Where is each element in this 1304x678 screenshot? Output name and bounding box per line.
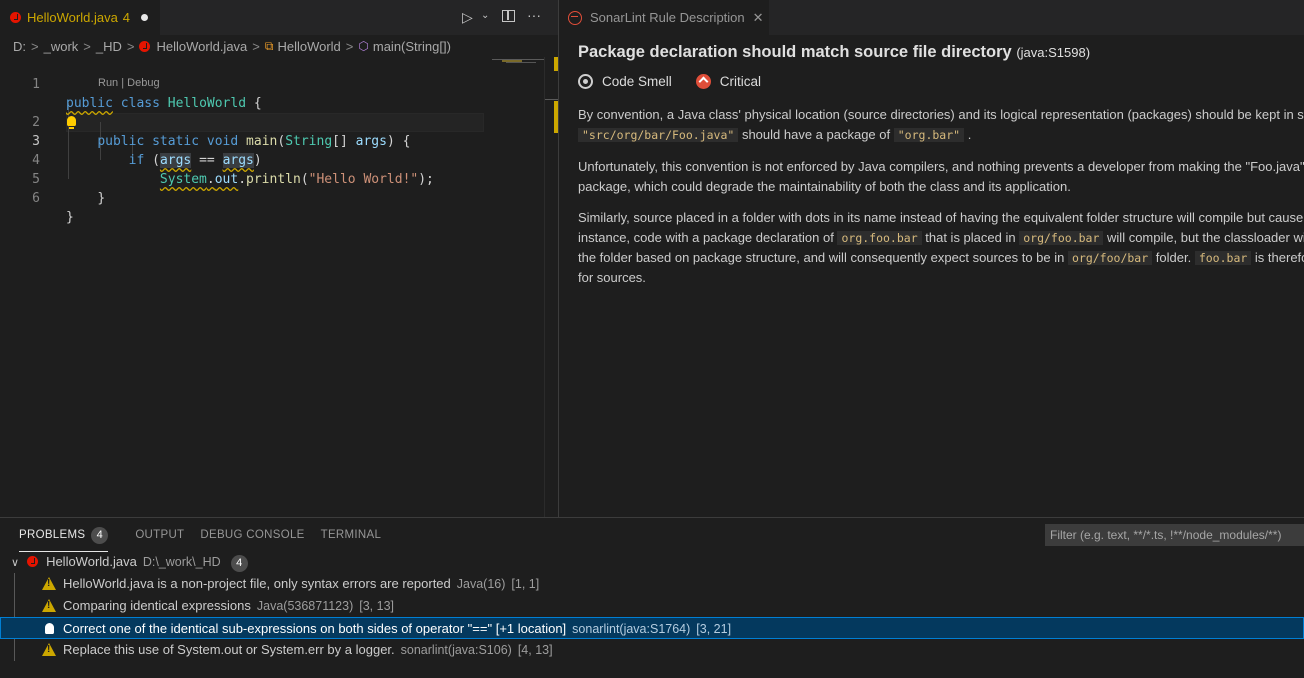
code-line: 3 if (args == args) (0, 113, 545, 168)
breadcrumb-work[interactable]: _work (44, 39, 79, 54)
problems-filter-input[interactable]: Filter (e.g. text, **/*.ts, !**/node_mod… (1045, 524, 1304, 546)
warning-icon (42, 643, 56, 656)
lightbulb-icon[interactable] (67, 113, 76, 129)
breadcrumb-hd[interactable]: _HD (96, 39, 122, 54)
rule-title-text: Package declaration should match source … (578, 43, 1012, 61)
code-line: 4 System.out.println("Hello World!"); (0, 132, 545, 187)
chevron-down-icon[interactable]: ∨ (11, 557, 19, 569)
line-number: 1 (32, 77, 40, 92)
warning-icon (42, 577, 56, 590)
problem-row-selected[interactable]: Correct one of the identical sub-express… (0, 617, 1304, 639)
rule-paragraph-1: By convention, a Java class' physical lo… (578, 107, 1304, 142)
breadcrumb-class[interactable]: HelloWorld (277, 39, 340, 54)
java-file-icon (27, 556, 39, 567)
code-line: 1 public class HelloWorld { (0, 56, 545, 111)
tab-problems[interactable]: PROBLEMS 4 (19, 518, 109, 552)
problems-count-badge: 4 (91, 527, 109, 544)
breadcrumb-method[interactable]: main(String[]) (373, 39, 451, 54)
tab-problem-count: 4 (122, 10, 131, 25)
rule-title: Package declaration should match source … (578, 43, 1090, 62)
tab-output[interactable]: OUTPUT (135, 518, 184, 552)
java-file-icon (10, 12, 21, 23)
tab-terminal[interactable]: TERMINAL (321, 518, 382, 552)
editor-group-divider[interactable] (558, 0, 559, 517)
editor-scrollbar[interactable] (544, 57, 559, 517)
chevron-right-icon: > (252, 38, 260, 54)
rule-paragraph-3: Similarly, source placed in a folder wit… (578, 210, 1304, 285)
code-smell-icon (578, 74, 593, 89)
chevron-right-icon: > (31, 38, 39, 54)
java-file-icon (139, 40, 151, 52)
more-actions-icon[interactable]: ··· (527, 7, 541, 23)
warning-icon (42, 599, 56, 612)
minimap[interactable] (492, 57, 544, 65)
tab-helloworld-java[interactable]: HelloWorld.java 4 (0, 0, 160, 35)
breadcrumb-file[interactable]: HelloWorld.java (156, 39, 247, 54)
problem-row[interactable]: Comparing identical expressionsJava(5368… (0, 595, 1304, 617)
rule-description-panel: Package declaration should match source … (578, 35, 1304, 515)
rule-meta: Code Smell Critical (578, 74, 761, 89)
tab-debug-console[interactable]: DEBUG CONSOLE (200, 518, 304, 552)
problem-file-row[interactable]: ∨ HelloWorld.java D:\_work\_HD 4 (0, 551, 1304, 573)
tab-label: SonarLint Rule Description (590, 10, 745, 25)
close-icon[interactable]: ✕ (753, 10, 764, 26)
tab-sonarlint-rule-description[interactable]: SonarLint Rule Description ✕ (559, 0, 769, 35)
chevron-right-icon: > (126, 38, 135, 54)
panel-tabs: PROBLEMS 4 OUTPUT DEBUG CONSOLE TERMINAL (0, 518, 389, 552)
critical-severity-icon (695, 74, 711, 89)
problem-row[interactable]: Replace this use of System.out or System… (0, 639, 1304, 661)
split-editor-icon[interactable] (502, 10, 515, 22)
chevron-right-icon: > (83, 38, 91, 54)
run-icon[interactable]: ▷ (462, 9, 473, 26)
code-editor[interactable]: 1 public class HelloWorld { 2 public sta… (0, 56, 545, 516)
chevron-right-icon: > (345, 38, 354, 54)
code-line: 2 public static void main(String[] args)… (0, 94, 545, 149)
line-number: 6 (32, 191, 40, 206)
problem-row[interactable]: HelloWorld.java is a non-project file, o… (0, 573, 1304, 595)
code-line: 6 } (0, 170, 545, 225)
run-dropdown-chevron-icon[interactable]: ⌄ (481, 10, 489, 21)
unsaved-dot-icon[interactable] (141, 14, 149, 21)
rule-paragraph-2: Unfortunately, this convention is not en… (578, 159, 1304, 194)
lightbulb-info-icon (45, 623, 54, 634)
rule-severity: Critical (719, 74, 762, 89)
class-symbol-icon: ⧉ (264, 38, 274, 53)
file-problem-count-badge: 4 (230, 555, 248, 572)
breadcrumb-drive[interactable]: D: (13, 39, 26, 54)
code-line: 5 } (0, 151, 545, 206)
codelens-run-debug[interactable]: Run | Debug (98, 77, 160, 89)
breadcrumb: D: > _work > _HD > HelloWorld.java > ⧉ HelloW… (0, 35, 558, 57)
tab-filename: HelloWorld.java (27, 10, 118, 25)
sonarlint-icon (568, 10, 582, 25)
rule-key: (java:S1598) (1016, 45, 1091, 60)
method-symbol-icon: ⬡ (358, 39, 369, 53)
rule-type: Code Smell (602, 74, 672, 89)
